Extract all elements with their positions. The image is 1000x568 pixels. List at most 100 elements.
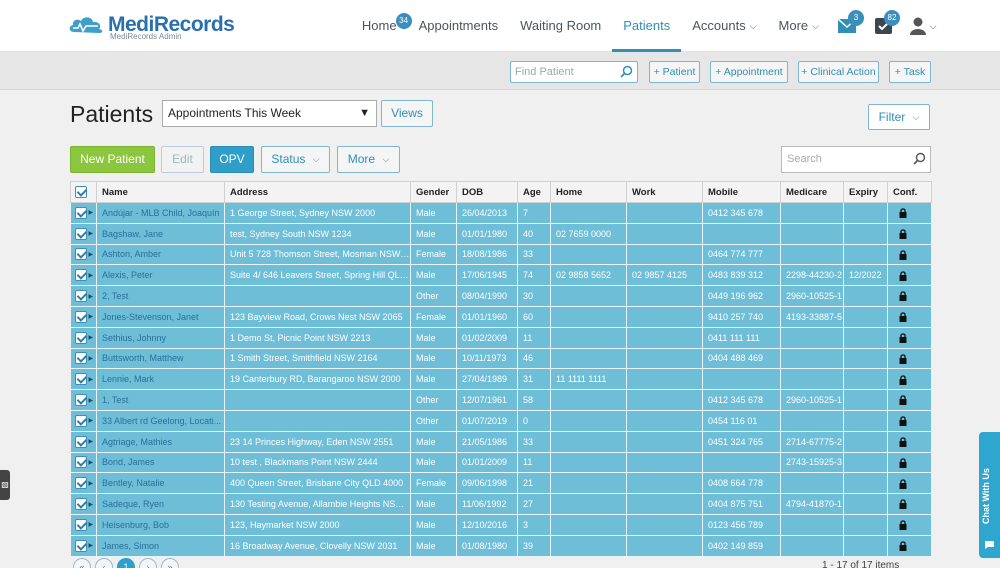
find-patient-input[interactable]: Find Patient: [510, 61, 638, 83]
expand-row-icon[interactable]: ▶: [89, 501, 94, 508]
nav-accounts[interactable]: Accounts ⌵: [681, 0, 767, 52]
cell-name[interactable]: Sethius, Johnny: [96, 327, 225, 349]
row-select-cell[interactable]: ▶: [70, 389, 97, 411]
table-row[interactable]: ▶ Bagshaw, Jane test, Sydney South NSW 123…: [70, 223, 932, 245]
row-checkbox[interactable]: [74, 373, 87, 386]
row-select-cell[interactable]: ▶: [70, 431, 97, 453]
row-checkbox[interactable]: [74, 414, 87, 427]
new-patient-button[interactable]: New Patient: [70, 146, 155, 173]
row-select-cell[interactable]: ▶: [70, 535, 97, 557]
first-page-button[interactable]: «: [73, 558, 91, 568]
expand-row-icon[interactable]: ▶: [89, 376, 94, 383]
row-select-cell[interactable]: ▶: [70, 244, 97, 266]
row-select-cell[interactable]: ▶: [70, 472, 97, 495]
table-row[interactable]: ▶ Lennie, Mark 19 Canterbury RD, Barangaro…: [70, 368, 932, 391]
cell-name[interactable]: 2, Test: [96, 285, 225, 307]
more-dropdown-button[interactable]: More ⌵: [337, 146, 400, 173]
row-checkbox[interactable]: [74, 394, 87, 407]
table-row[interactable]: ▶ Agtriage, Mathies 23 14 Princes Highway,…: [70, 431, 932, 453]
user-menu[interactable]: ⌵: [906, 0, 940, 52]
table-row[interactable]: ▶ 1, Test Other 12/07/1961 58 0412 345 678 296…: [70, 389, 932, 411]
expand-row-icon[interactable]: ▶: [89, 397, 94, 404]
add-patient-button[interactable]: + Patient: [649, 61, 700, 83]
row-checkbox[interactable]: [74, 310, 87, 323]
table-row[interactable]: ▶ Sethius, Johnny 1 Demo St, Picnic Point …: [70, 327, 932, 349]
cell-name[interactable]: Alexis, Peter: [96, 264, 225, 287]
expand-row-icon[interactable]: ▶: [89, 355, 94, 362]
app-logo[interactable]: MediRecords MediRecords Admin: [68, 12, 235, 42]
table-row[interactable]: ▶ Jones-Stevenson, Janet 123 Bayview Road,…: [70, 306, 932, 328]
table-row[interactable]: ▶ Sadeque, Ryen 130 Testing Avenue, Allamb…: [70, 493, 932, 515]
column-header-gender[interactable]: Gender: [410, 181, 457, 203]
expand-row-icon[interactable]: ▶: [89, 521, 94, 528]
opv-button[interactable]: OPV: [210, 146, 254, 173]
table-search-input[interactable]: Search: [781, 146, 931, 173]
column-header-address[interactable]: Address: [224, 181, 411, 203]
table-row[interactable]: ▶ Buttsworth, Matthew 1 Smith Street, Smit…: [70, 348, 932, 370]
row-checkbox[interactable]: [74, 269, 87, 282]
column-header-home[interactable]: Home: [550, 181, 627, 203]
cell-name[interactable]: Ashton, Amber: [96, 244, 225, 266]
row-checkbox[interactable]: [74, 248, 87, 261]
row-checkbox[interactable]: [74, 435, 87, 448]
next-page-button[interactable]: ›: [139, 558, 157, 568]
column-header-mobile[interactable]: Mobile: [702, 181, 781, 203]
last-page-button[interactable]: »: [161, 558, 179, 568]
nav-appointments[interactable]: Appointments: [408, 0, 510, 52]
row-checkbox[interactable]: [74, 518, 87, 531]
table-row[interactable]: ▶ Bentley, Natalie 400 Queen Street, Brisb…: [70, 472, 932, 495]
column-header-age[interactable]: Age: [517, 181, 551, 203]
views-button[interactable]: Views: [381, 100, 433, 127]
nav-patients[interactable]: Patients: [612, 0, 682, 52]
row-checkbox[interactable]: [74, 331, 87, 344]
table-row[interactable]: ▶ James, Simon 16 Broadway Avenue, Clovell…: [70, 535, 932, 557]
cell-name[interactable]: Lennie, Mark: [96, 368, 225, 391]
expand-row-icon[interactable]: ▶: [89, 542, 94, 549]
row-select-cell[interactable]: ▶: [70, 327, 97, 349]
row-checkbox[interactable]: [74, 227, 87, 240]
expand-row-icon[interactable]: ▶: [89, 230, 94, 237]
row-select-cell[interactable]: ▶: [70, 285, 97, 307]
row-select-cell[interactable]: ▶: [70, 493, 97, 515]
nav-waiting-room[interactable]: Waiting Room: [509, 0, 612, 52]
row-checkbox[interactable]: [74, 456, 87, 469]
row-checkbox[interactable]: [74, 352, 87, 365]
table-row[interactable]: ▶ Heisenburg, Bob 123, Haymarket NSW 2000 M…: [70, 514, 932, 536]
column-header-expiry[interactable]: Expiry: [843, 181, 888, 203]
column-header-name[interactable]: Name: [96, 181, 225, 203]
expand-row-icon[interactable]: ▶: [89, 480, 94, 487]
expand-row-icon[interactable]: ▶: [89, 438, 94, 445]
cell-name[interactable]: Andújar - MLB Child, Joaquín: [96, 202, 225, 224]
cell-name[interactable]: Bagshaw, Jane: [96, 223, 225, 245]
row-select-cell[interactable]: ▶: [70, 202, 97, 224]
table-row[interactable]: ▶ Andújar - MLB Child, Joaquín 1 George St…: [70, 202, 932, 224]
cell-name[interactable]: Agtriage, Mathies: [96, 431, 225, 453]
column-header-work[interactable]: Work: [626, 181, 703, 203]
table-row[interactable]: ▶ Ashton, Amber Unit 5 728 Thomson Street,…: [70, 244, 932, 266]
table-row[interactable]: ▶ Bond, James 10 test , Blackmans Point NS…: [70, 452, 932, 474]
expand-row-icon[interactable]: ▶: [89, 209, 94, 216]
select-all-checkbox[interactable]: [75, 186, 87, 198]
row-checkbox[interactable]: [74, 498, 87, 511]
expand-row-icon[interactable]: ▶: [89, 334, 94, 341]
row-checkbox[interactable]: [74, 206, 87, 219]
row-select-cell[interactable]: ▶: [70, 410, 97, 432]
column-header-dob[interactable]: DOB: [456, 181, 518, 203]
row-select-cell[interactable]: ▶: [70, 514, 97, 536]
cell-name[interactable]: 1, Test: [96, 389, 225, 411]
row-select-cell[interactable]: ▶: [70, 264, 97, 287]
edit-button[interactable]: Edit: [161, 146, 204, 173]
row-select-cell[interactable]: ▶: [70, 368, 97, 391]
row-checkbox[interactable]: [74, 290, 87, 303]
expand-row-icon[interactable]: ▶: [89, 272, 94, 279]
nav-home[interactable]: Home 34: [351, 0, 412, 52]
prev-page-button[interactable]: ‹: [95, 558, 113, 568]
cell-name[interactable]: Bond, James: [96, 452, 225, 474]
row-select-cell[interactable]: ▶: [70, 452, 97, 474]
nav-more[interactable]: More ⌵: [768, 0, 830, 52]
cell-name[interactable]: Jones-Stevenson, Janet: [96, 306, 225, 328]
table-row[interactable]: ▶ Alexis, Peter Suite 4/ 646 Leavers Stree…: [70, 264, 932, 287]
add-clinical-action-button[interactable]: + Clinical Action: [798, 61, 879, 83]
row-checkbox[interactable]: [74, 539, 87, 552]
expand-row-icon[interactable]: ▶: [89, 313, 94, 320]
